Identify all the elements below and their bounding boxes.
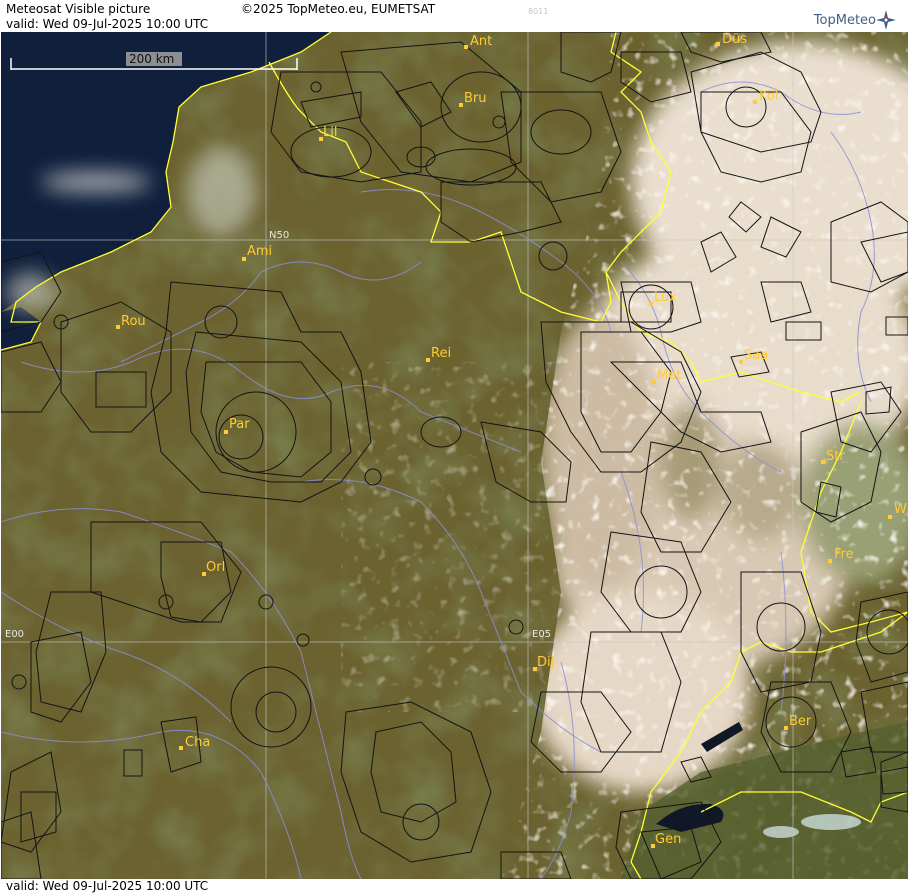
city-label-fre: Fre bbox=[834, 547, 854, 562]
grid-label-n50: N50 bbox=[269, 230, 289, 241]
map-title: Meteosat Visible picture bbox=[6, 2, 151, 16]
city-label-cha: Cha bbox=[185, 735, 210, 750]
city-label-rei: Rei bbox=[431, 346, 451, 361]
city-lux[interactable]: Lux bbox=[649, 290, 677, 306]
valid-time-top: valid: Wed 09-Jul-2025 10:00 UTC bbox=[6, 17, 209, 31]
city-label-gen: Gen bbox=[655, 832, 681, 847]
copyright-text: ©2025 TopMeteo.eu, EUMETSAT bbox=[241, 2, 436, 16]
city-label-w: W bbox=[894, 502, 907, 517]
city-bru[interactable]: Bru bbox=[459, 91, 487, 107]
city-dij[interactable]: Dij bbox=[533, 655, 554, 671]
map-frame: Meteosat Visible picture ©2025 TopMeteo.… bbox=[0, 0, 910, 893]
city-label-ber: Ber bbox=[789, 714, 812, 729]
city-label-ami: Ami bbox=[247, 244, 272, 259]
image-code: 8011 bbox=[528, 7, 549, 16]
city-label-str: Str bbox=[826, 449, 845, 464]
city-label-dij: Dij bbox=[537, 655, 554, 670]
city-gen[interactable]: Gen bbox=[651, 832, 681, 848]
city-label-dus: Düs bbox=[722, 32, 747, 47]
city-ami[interactable]: Ami bbox=[242, 244, 272, 261]
grid-label-e05: E05 bbox=[532, 629, 551, 640]
brand-name: TopMeteo bbox=[813, 12, 876, 28]
city-ber[interactable]: Ber bbox=[784, 714, 812, 730]
grid-label-e00: E00 bbox=[5, 629, 24, 640]
city-rou[interactable]: Rou bbox=[116, 314, 146, 329]
compass-star-icon bbox=[876, 10, 896, 30]
satellite-map[interactable]: N50 E00 E05 Ant Düs Bru Köl Lil Ami Rou … bbox=[1, 32, 908, 879]
topmeteo-logo: TopMeteo bbox=[814, 10, 896, 30]
city-label-saa: Saa bbox=[744, 348, 768, 363]
city-label-kol: Köl bbox=[759, 89, 778, 104]
city-label-met: Met bbox=[657, 368, 681, 383]
city-label-ant: Ant bbox=[470, 34, 492, 49]
city-orl[interactable]: Orl bbox=[202, 560, 225, 576]
city-label-lux: Lux bbox=[654, 290, 677, 305]
city-label-bru: Bru bbox=[464, 91, 487, 106]
city-label-par: Par bbox=[229, 417, 250, 432]
city-saa[interactable]: Saa bbox=[739, 348, 768, 364]
city-label-orl: Orl bbox=[206, 560, 225, 575]
scale-bar-label: 200 km bbox=[129, 52, 174, 66]
city-met[interactable]: Met bbox=[652, 368, 681, 384]
city-label-lil: Lil bbox=[323, 125, 337, 140]
city-label-rou: Rou bbox=[121, 314, 146, 329]
valid-time-bottom: valid: Wed 09-Jul-2025 10:00 UTC bbox=[6, 879, 209, 893]
